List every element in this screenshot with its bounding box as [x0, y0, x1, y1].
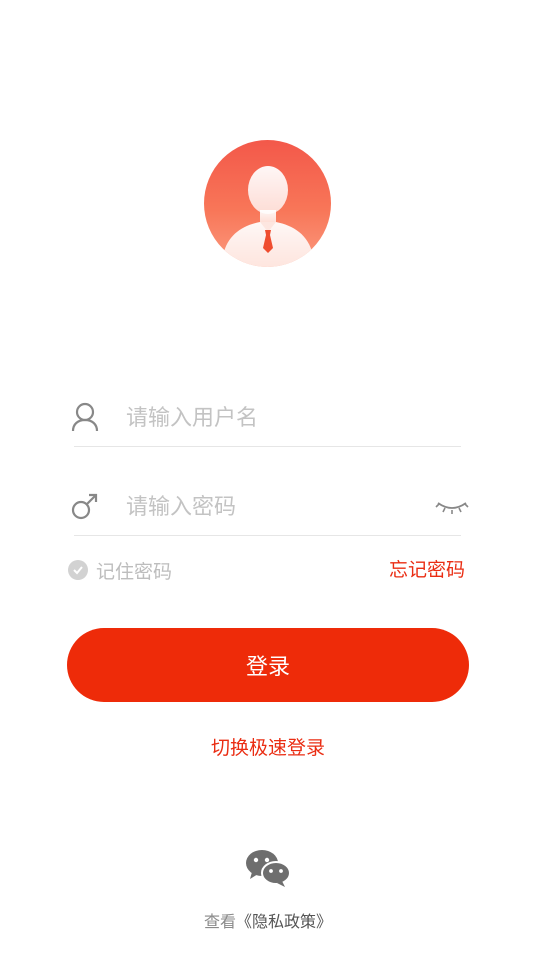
privacy-policy-link[interactable]: 《隐私政策》 — [236, 912, 332, 931]
remember-password-checkbox[interactable]: 记住密码 — [68, 557, 172, 583]
username-input[interactable] — [124, 400, 418, 436]
privacy-prefix: 查看 — [203, 912, 236, 931]
login-button[interactable]: 登录 — [67, 628, 469, 702]
forgot-password-link[interactable]: 忘记密码 — [389, 557, 465, 583]
password-input[interactable] — [124, 489, 418, 525]
person-icon — [71, 402, 99, 432]
password-field — [71, 481, 461, 536]
eye-closed-icon[interactable] — [435, 495, 469, 517]
username-field — [71, 392, 461, 447]
remember-password-label: 记住密码 — [96, 560, 173, 583]
switch-quick-login-link[interactable]: 切换极速登录 — [0, 733, 536, 760]
check-circle-icon — [68, 560, 88, 580]
privacy-policy-row: 查看《隐私政策》 — [0, 908, 536, 932]
key-icon — [71, 493, 98, 520]
wechat-icon[interactable] — [244, 848, 292, 888]
user-avatar-icon — [204, 140, 331, 267]
